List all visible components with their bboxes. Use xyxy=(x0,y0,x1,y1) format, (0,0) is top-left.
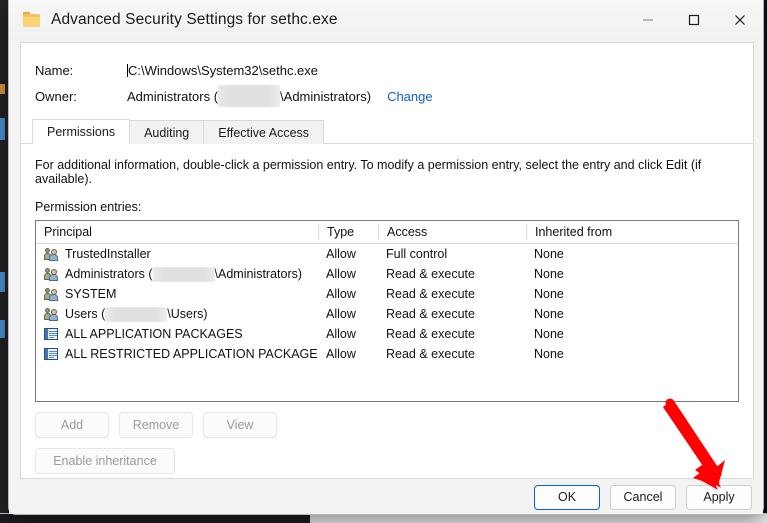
folder-icon xyxy=(23,12,41,28)
redacted-domain-name xyxy=(218,85,281,107)
principal-name: SYSTEM xyxy=(65,287,117,301)
cell-type: Allow xyxy=(326,247,356,261)
cell-inherited-from: None xyxy=(534,327,564,341)
app-package-icon xyxy=(44,327,60,341)
cell-principal: Administrators ( \Administrators) xyxy=(36,266,318,282)
list-header-row: Principal Type Access Inherited from xyxy=(36,221,738,244)
dialog-content-panel: Name: C:\Windows\System32\sethc.exe Owne… xyxy=(20,42,754,479)
owner-value-suffix: \Administrators) xyxy=(280,89,372,104)
list-action-buttons: Add Remove View xyxy=(35,412,739,438)
minimize-icon[interactable] xyxy=(625,0,671,40)
table-row[interactable]: ALL RESTRICTED APPLICATION PACKAGES Allo… xyxy=(36,344,738,364)
column-header-inherited-from[interactable]: Inherited from xyxy=(526,224,738,240)
enable-inheritance-button[interactable]: Enable inheritance xyxy=(35,448,175,474)
name-value: C:\Windows\System32\sethc.exe xyxy=(128,62,319,78)
name-value-wrap: C:\Windows\System32\sethc.exe xyxy=(127,63,318,78)
principal-name: ALL RESTRICTED APPLICATION PACKAGES xyxy=(65,347,318,361)
cell-principal: ALL RESTRICTED APPLICATION PACKAGES xyxy=(36,347,318,361)
ok-button[interactable]: OK xyxy=(534,484,600,510)
cell-principal: Users ( \Users) xyxy=(36,306,318,322)
window-title: Advanced Security Settings for sethc.exe xyxy=(51,11,338,28)
advanced-security-settings-dialog: Advanced Security Settings for sethc.exe xyxy=(8,0,764,515)
users-group-icon xyxy=(44,287,60,301)
app-package-icon xyxy=(44,347,60,361)
cell-access: Read & execute xyxy=(386,307,475,321)
change-owner-link[interactable]: Change xyxy=(387,89,433,104)
tab-effective-access[interactable]: Effective Access xyxy=(203,120,325,144)
owner-value-prefix: Administrators ( xyxy=(127,89,219,104)
cell-inherited-from: None xyxy=(534,247,564,261)
cell-access: Read & execute xyxy=(386,347,475,361)
info-text: For additional information, double-click… xyxy=(35,158,702,186)
remove-button[interactable]: Remove xyxy=(119,412,193,438)
column-header-principal[interactable]: Principal xyxy=(36,225,318,239)
principal-name: ALL APPLICATION PACKAGES xyxy=(65,327,243,341)
inheritance-row: Enable inheritance xyxy=(35,448,739,474)
redacted-domain-name xyxy=(105,306,168,322)
apply-button[interactable]: Apply xyxy=(686,484,752,510)
cell-type: Allow xyxy=(326,287,356,301)
cell-principal: SYSTEM xyxy=(36,287,318,301)
cell-inherited-from: None xyxy=(534,287,564,301)
cell-type: Allow xyxy=(326,327,356,341)
background-accent-mark xyxy=(0,320,5,338)
close-icon[interactable] xyxy=(717,0,763,40)
tab-permissions[interactable]: Permissions xyxy=(32,119,131,144)
dialog-footer: OK Cancel Apply xyxy=(9,480,763,514)
maximize-icon[interactable] xyxy=(671,0,717,40)
permission-entries-label: Permission entries: xyxy=(35,200,142,214)
cell-inherited-from: None xyxy=(534,347,564,361)
background-window-edge xyxy=(0,0,8,523)
principal-name-suffix: \Users) xyxy=(167,307,208,321)
principal-name: TrustedInstaller xyxy=(65,247,151,261)
cell-access: Read & execute xyxy=(386,287,475,301)
background-window-dark-strip xyxy=(0,514,310,523)
tab-strip: Permissions Auditing Effective Access xyxy=(21,119,753,144)
owner-label: Owner: xyxy=(35,88,77,104)
permission-entries-list[interactable]: Principal Type Access Inherited from Tru… xyxy=(35,220,739,402)
principal-name-suffix: \Administrators) xyxy=(214,267,303,281)
tab-auditing[interactable]: Auditing xyxy=(129,120,205,144)
add-button[interactable]: Add xyxy=(35,412,109,438)
cell-access: Full control xyxy=(386,247,448,261)
window-controls xyxy=(625,0,763,40)
cell-access: Read & execute xyxy=(386,267,475,281)
table-row[interactable]: Users ( \Users) Allow Read & execute None xyxy=(36,304,738,324)
background-accent-mark xyxy=(0,272,5,292)
view-button[interactable]: View xyxy=(203,412,277,438)
object-info-section: Name: C:\Windows\System32\sethc.exe Owne… xyxy=(21,43,753,109)
principal-name: Administrators ( xyxy=(65,267,153,281)
column-header-access[interactable]: Access xyxy=(378,224,526,240)
cancel-button[interactable]: Cancel xyxy=(610,484,676,510)
redacted-domain-name xyxy=(152,266,215,282)
permissions-tab-panel: For additional information, double-click… xyxy=(21,158,753,474)
background-accent-mark xyxy=(0,118,5,140)
users-group-icon xyxy=(44,307,60,321)
table-row[interactable]: ALL APPLICATION PACKAGES Allow Read & ex… xyxy=(36,324,738,344)
name-row: Name: C:\Windows\System32\sethc.exe xyxy=(21,57,753,83)
owner-value-wrap: Administrators ( \Administrators) Change xyxy=(127,85,433,107)
table-row[interactable]: SYSTEM Allow Read & execute None xyxy=(36,284,738,304)
table-row[interactable]: TrustedInstaller Allow Full control None xyxy=(36,244,738,264)
title-bar[interactable]: Advanced Security Settings for sethc.exe xyxy=(9,0,763,40)
users-group-icon xyxy=(44,247,60,261)
cell-inherited-from: None xyxy=(534,267,564,281)
cell-principal: TrustedInstaller xyxy=(36,247,318,261)
owner-row: Owner: Administrators ( \Administrators) C… xyxy=(21,83,753,109)
column-header-type[interactable]: Type xyxy=(318,224,378,240)
cell-type: Allow xyxy=(326,347,356,361)
cell-type: Allow xyxy=(326,267,356,281)
principal-name: Users ( xyxy=(65,307,106,321)
users-group-icon xyxy=(44,267,60,281)
cell-principal: ALL APPLICATION PACKAGES xyxy=(36,327,318,341)
cell-type: Allow xyxy=(326,307,356,321)
table-row[interactable]: Administrators ( \Administrators) Allow R… xyxy=(36,264,738,284)
name-label: Name: xyxy=(35,62,74,78)
cell-inherited-from: None xyxy=(534,307,564,321)
background-accent-mark xyxy=(0,84,5,94)
cell-access: Read & execute xyxy=(386,327,475,341)
